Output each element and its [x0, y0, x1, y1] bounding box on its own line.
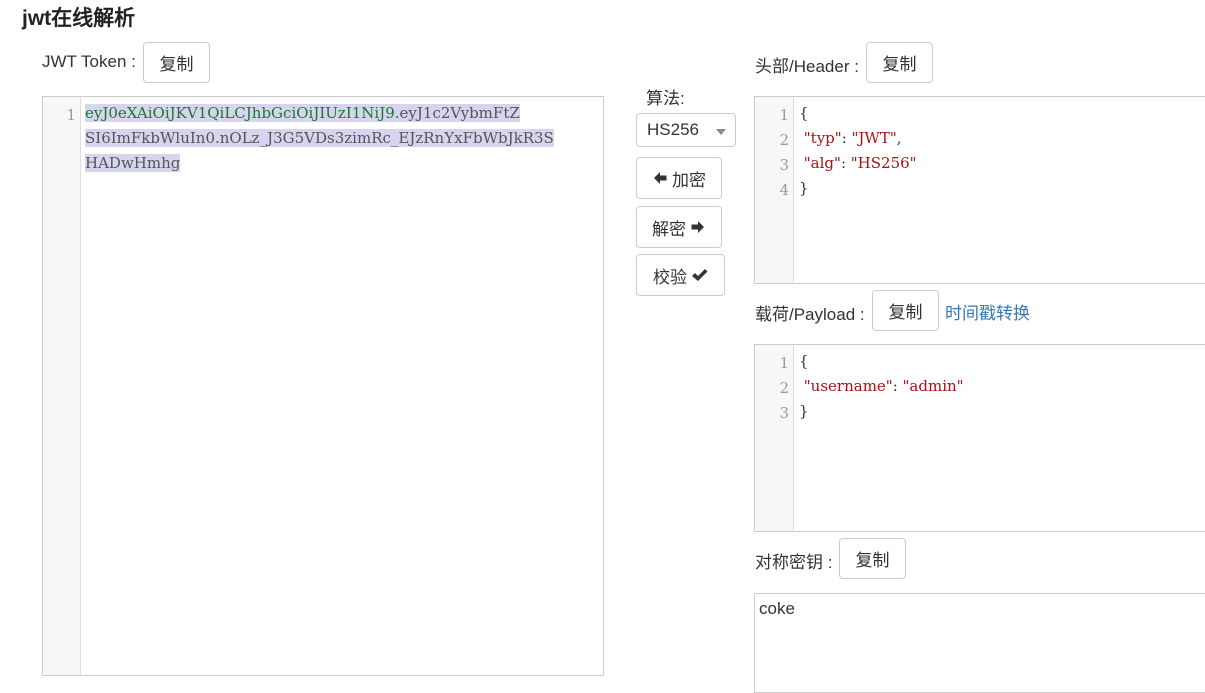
algorithm-selected-value: HS256: [647, 120, 699, 139]
copy-token-button[interactable]: 复制: [143, 42, 210, 83]
token-code: eyJ0eXAiOiJKV1QiLCJhbGciOiJIUzI1NiJ9.eyJ…: [85, 101, 554, 176]
line-number: 1: [779, 106, 789, 124]
token-line1-rest: eyJ1c2VybmFtZ: [399, 104, 520, 122]
header-editor[interactable]: 1 2 3 4 { "typ": "JWT", "alg": "HS256" }: [754, 96, 1205, 284]
json-value: "JWT": [851, 129, 897, 147]
chevron-down-icon: [716, 129, 726, 135]
payload-label: 载荷/Payload :: [755, 305, 865, 324]
copy-secret-button[interactable]: 复制: [839, 538, 906, 579]
decrypt-button[interactable]: 解密: [636, 206, 722, 248]
json-brace: }: [799, 402, 809, 420]
payload-editor[interactable]: 1 2 3 { "username": "admin" }: [754, 344, 1205, 532]
decrypt-label: 解密: [652, 219, 686, 239]
json-value: "admin": [902, 377, 964, 395]
timestamp-convert-link[interactable]: 时间戳转换: [945, 299, 1030, 324]
line-number: 1: [66, 106, 76, 124]
algorithm-label: 算法:: [646, 89, 685, 108]
json-brace: }: [799, 179, 809, 197]
json-key: "username": [803, 377, 893, 395]
json-key: "typ": [803, 129, 842, 147]
token-line3: HADwHmhg: [85, 154, 181, 172]
json-brace: {: [799, 104, 809, 122]
secret-value: coke: [759, 599, 795, 618]
jwt-token-label: JWT Token :: [42, 52, 136, 71]
token-header-segment: eyJ0eXAiOiJKV1QiLCJhbGciOiJIUzI1NiJ9.: [85, 104, 400, 122]
copy-header-button[interactable]: 复制: [866, 42, 933, 83]
line-number: 3: [779, 404, 789, 422]
line-number: 2: [779, 131, 789, 149]
page-title: jwt在线解析: [22, 7, 136, 30]
algorithm-select[interactable]: HS256: [636, 113, 736, 147]
header-json: { "typ": "JWT", "alg": "HS256" }: [799, 104, 917, 197]
jwt-token-editor[interactable]: 1 eyJ0eXAiOiJKV1QiLCJhbGciOiJIUzI1NiJ9.e…: [42, 96, 604, 676]
verify-button[interactable]: 校验: [636, 254, 725, 296]
payload-gutter: 1 2 3: [755, 345, 794, 531]
check-icon: [691, 268, 708, 283]
arrow-left-icon: [652, 170, 668, 186]
json-value: "HS256": [850, 154, 917, 172]
encrypt-label: 加密: [672, 170, 706, 190]
header-gutter: 1 2 3 4: [755, 97, 794, 283]
line-number: 3: [779, 156, 789, 174]
token-gutter: 1: [43, 97, 81, 675]
secret-input[interactable]: coke: [754, 593, 1205, 693]
json-brace: {: [799, 352, 809, 370]
line-number: 2: [779, 379, 789, 397]
copy-payload-button[interactable]: 复制: [872, 290, 939, 331]
line-number: 1: [779, 354, 789, 372]
secret-label: 对称密钥 :: [755, 553, 833, 572]
payload-json: { "username": "admin" }: [799, 352, 964, 420]
line-number: 4: [779, 181, 789, 199]
token-line2: SI6ImFkbWluIn0.nOLz_J3G5VDs3zimRc_EJzRnY…: [85, 129, 554, 147]
json-comma: ,: [896, 129, 902, 147]
encrypt-button[interactable]: 加密: [636, 157, 722, 199]
arrow-right-icon: [690, 219, 706, 235]
json-key: "alg": [803, 154, 841, 172]
header-label: 头部/Header :: [755, 57, 859, 76]
verify-label: 校验: [653, 267, 687, 287]
